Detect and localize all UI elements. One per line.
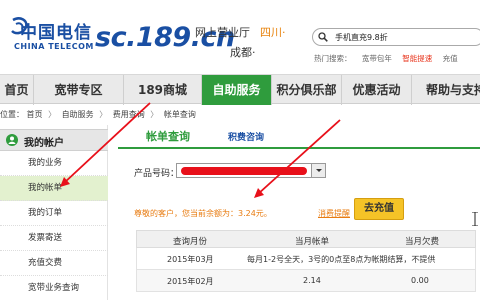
cell-bill: 2.14 (303, 276, 321, 285)
column-header-bill: 当月帐单 (295, 237, 330, 247)
table-row: 2015年02月 2.14 0.00 (136, 270, 476, 292)
logo-chinese-name[interactable]: 中国电信 (20, 18, 92, 43)
breadcrumb-item[interactable]: 首页 (27, 110, 43, 119)
table-row: 2015年03月 每月1-2号全天，3号的0点至8点为帐期结算，不提供 (136, 248, 476, 270)
tab-underline (118, 147, 480, 149)
breadcrumb-item[interactable]: 自助服务 (62, 110, 94, 119)
balance-notice: 尊敬的客户，您当前余额为：3.24元。 (134, 209, 272, 218)
main-nav: 首页 宽带专区 189商城 自助服务 积分俱乐部 优惠活动 帮助与支持 (0, 74, 480, 105)
column-header-owed: 当月欠费 (405, 237, 440, 247)
sidebar-header[interactable]: 我的帐户 (0, 129, 108, 151)
province-switch[interactable]: 四川· (260, 24, 286, 40)
search-box[interactable] (312, 28, 480, 46)
cell-owed: 0.00 (411, 276, 429, 285)
breadcrumb-item[interactable]: 费用查询 (113, 110, 145, 119)
sidebar-item-broadband-query[interactable]: 宽带业务查询 (0, 276, 108, 300)
online-hall-label: 网上营业厅 (195, 26, 250, 39)
hot-search-label: 热门搜索： (314, 54, 352, 63)
main-content: 帐单查询 积费咨询 产品号码： 尊敬的客户，您当前余额为：3.24元。 消费提醒… (118, 122, 480, 300)
breadcrumb-separator: 〉 (150, 110, 159, 119)
hot-search-term[interactable]: 充值 (443, 54, 458, 63)
breadcrumb-separator: 〉 (48, 110, 57, 119)
product-number-select[interactable] (176, 163, 326, 178)
dropdown-arrow[interactable] (311, 164, 325, 177)
table-header: 查询月份 当月帐单 当月欠费 (136, 230, 476, 248)
breadcrumb-item: 帐单查询 (163, 110, 196, 119)
tab-points-inquiry[interactable]: 积费咨询 (228, 130, 264, 143)
nav-item-points-club[interactable]: 积分俱乐部 (272, 75, 342, 105)
cursor-icon (472, 212, 478, 226)
sidebar-item-invoice-delivery[interactable]: 发票寄送 (0, 226, 108, 251)
logo-english-name: CHINA TELECOM (14, 42, 94, 51)
breadcrumb: 位置： 首页 〉 自助服务 〉 费用查询 〉 帐单查询 (0, 109, 196, 120)
site-header: 中国电信 CHINA TELECOM sc.189.cn 网上营业厅 四川· 成… (0, 0, 480, 70)
sidebar-item-my-business[interactable]: 我的业务 (0, 151, 108, 176)
nav-item-mall[interactable]: 189商城 (124, 75, 202, 105)
nav-item-promotions[interactable]: 优惠活动 (342, 75, 412, 105)
hot-search-row: 热门搜索： 宽带包年 智能提速 充值 (314, 53, 466, 64)
chevron-down-icon (316, 169, 322, 172)
nav-item-broadband[interactable]: 宽带专区 (34, 75, 124, 105)
cell-month: 2015年03月 (167, 255, 214, 264)
user-icon (6, 134, 18, 146)
breadcrumb-separator: 〉 (99, 110, 108, 119)
nav-item-home[interactable]: 首页 (0, 75, 34, 105)
cell-month: 2015年02月 (167, 277, 214, 286)
search-input[interactable] (335, 31, 475, 44)
column-header-month: 查询月份 (173, 237, 208, 247)
city-switch[interactable]: 成都· (230, 44, 256, 60)
consumption-reminder-link[interactable]: 消费提醒 (318, 208, 350, 219)
hot-search-term[interactable]: 智能提速 (402, 54, 432, 63)
tab-bill-query[interactable]: 帐单查询 (146, 128, 190, 144)
sidebar-title: 我的帐户 (24, 138, 64, 149)
sidebar-item-my-orders[interactable]: 我的订单 (0, 201, 108, 226)
hot-search-term[interactable]: 宽带包年 (362, 54, 392, 63)
product-number-label: 产品号码： (134, 169, 180, 179)
sidebar-item-my-bill[interactable]: 我的帐单 (0, 176, 108, 201)
sidebar-item-recharge[interactable]: 充值交费 (0, 251, 108, 276)
breadcrumb-prefix: 位置： (0, 110, 24, 119)
nav-item-self-service[interactable]: 自助服务 (202, 75, 272, 105)
sidebar: 我的帐户 我的业务 我的帐单 我的订单 发票寄送 充值交费 宽带业务查询 (0, 125, 108, 300)
cell-bill: 每月1-2号全天，3号的0点至8点为帐期结算，不提供 (247, 255, 436, 264)
nav-item-help[interactable]: 帮助与支持 (412, 75, 480, 105)
search-icon[interactable] (318, 32, 328, 42)
top-up-button[interactable]: 去充值 (354, 198, 404, 220)
redaction-mark (181, 167, 307, 175)
